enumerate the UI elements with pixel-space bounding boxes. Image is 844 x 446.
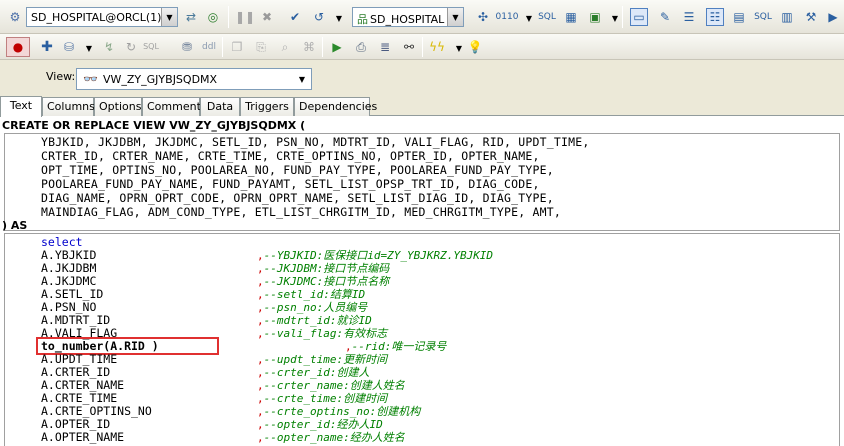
schema-select[interactable]: 品 SD_HOSPITAL ▼ xyxy=(352,7,464,27)
separator xyxy=(422,37,423,57)
connect-icon[interactable]: ⇄ xyxy=(182,8,200,26)
comment-line: ,--crter_name:创建人姓名 xyxy=(257,379,405,392)
chevron-down-icon[interactable]: ▼ xyxy=(447,8,463,26)
sql-gray-icon[interactable]: SQL xyxy=(142,38,160,56)
lightning-icon[interactable]: ϟϟ xyxy=(428,38,446,56)
view-text-editor[interactable]: CREATE OR REPLACE VIEW VW_ZY_GJYBJSQDMX … xyxy=(0,117,844,446)
list-view-icon[interactable]: ≣ xyxy=(376,38,394,56)
comment-line: ,--opter_name:经办人姓名 xyxy=(257,431,405,444)
comment-line: ,--YBJKID:医保接口id=ZY_YBJKRZ.YBJKID xyxy=(257,249,494,262)
view-value: VW_ZY_GJYBJSQDMX xyxy=(103,73,218,86)
copy-icon[interactable]: ❐ xyxy=(228,38,246,56)
comment-line: ,--rid:唯一记录号 xyxy=(345,340,447,353)
replace-icon[interactable]: ⌘ xyxy=(300,38,318,56)
session-icon[interactable]: ⚙ xyxy=(6,8,24,26)
comment-line: ,--JKJDMC:接口节点名称 xyxy=(257,275,390,288)
report-icon[interactable]: ▥ xyxy=(778,8,796,26)
chevron-down-icon[interactable]: ▼ xyxy=(330,10,348,28)
view-select[interactable]: 👓 VW_ZY_GJYBJSQDMX ▼ xyxy=(76,68,312,90)
separator xyxy=(222,37,223,57)
comment-line: ,--crte_optins_no:创建机构 xyxy=(257,405,421,418)
as-keyword-line: ) AS xyxy=(2,219,28,232)
tab-bar: Text Columns Options Comment Data Trigge… xyxy=(0,96,844,117)
connection-value: SD_HOSPITAL@ORCL(1) xyxy=(31,11,162,24)
add-icon[interactable]: ✚ xyxy=(38,38,56,56)
comment-line: ,--psn_no:人员编号 xyxy=(257,301,368,314)
column-list-box[interactable]: YBJKID, JKJDBM, JKJDMC, SETL_ID, PSN_NO,… xyxy=(4,133,840,231)
chevron-down-icon[interactable]: ▼ xyxy=(80,40,98,58)
ddl-icon[interactable]: ddl xyxy=(200,38,218,56)
separator xyxy=(228,6,229,28)
record-icon[interactable]: ● xyxy=(6,37,30,57)
stack-icon[interactable]: ⛃ xyxy=(178,38,196,56)
tab-options[interactable]: Options xyxy=(94,97,142,116)
code-line: A.OPTER_NAME xyxy=(41,430,125,444)
field-line: OPT_TIME, OPTINS_NO, POOLAREA_NO, FUND_P… xyxy=(41,163,554,177)
describe-icon[interactable]: ✣ xyxy=(474,8,492,26)
binary-icon[interactable]: 0110 xyxy=(496,8,519,26)
commit-icon[interactable]: ✔ xyxy=(286,8,304,26)
comment-line: ,--setl_id:结算ID xyxy=(257,288,366,301)
separator xyxy=(322,37,323,57)
tab-data[interactable]: Data xyxy=(200,97,240,116)
paste-icon[interactable]: ⎘ xyxy=(252,38,270,56)
layout-icon[interactable]: ▤ xyxy=(730,8,748,26)
compile-icon[interactable]: ↯ xyxy=(100,38,118,56)
field-line: MAINDIAG_FLAG, ADM_COND_TYPE, ETL_LIST_C… xyxy=(41,205,562,219)
tab-text[interactable]: Text xyxy=(0,96,42,117)
tab-columns[interactable]: Columns xyxy=(42,97,95,116)
print-icon[interactable]: ⎙ xyxy=(352,38,370,56)
field-line: POOLAREA_FUND_PAY_NAME, FUND_PAYAMT, SET… xyxy=(41,177,540,191)
rollback-icon[interactable]: ↺ xyxy=(310,8,328,26)
comment-line: ,--crter_id:创建人 xyxy=(257,366,370,379)
list-icon[interactable]: ☰ xyxy=(680,8,698,26)
schema-value: SD_HOSPITAL xyxy=(370,13,445,26)
properties-icon[interactable]: ✎ xyxy=(656,8,674,26)
next-icon[interactable]: ▶ xyxy=(824,8,842,26)
object-toolbar: ● ✚ ⛁ ▼ ↯ ↻ SQL ⛃ ddl ❐ ⎘ ⌕ ⌘ ▶ ⎙ ≣ ⚯ ϟϟ… xyxy=(0,34,844,60)
field-line: CRTER_ID, CRTER_NAME, CRTE_TIME, CRTE_OP… xyxy=(41,149,540,163)
export-icon[interactable]: ▣ xyxy=(586,8,604,26)
chevron-down-icon[interactable]: ▼ xyxy=(520,10,538,28)
pause-icon[interactable]: ❚❚ xyxy=(235,8,255,26)
tab-dependencies[interactable]: Dependencies xyxy=(294,97,377,116)
comment-line: ,--mdtrt_id:就诊ID xyxy=(257,314,372,327)
find-icon[interactable]: ⌕ xyxy=(276,38,294,56)
field-line: DIAG_NAME, OPRN_OPRT_CODE, OPRN_OPRT_NAM… xyxy=(41,191,554,205)
window-icon[interactable]: ▭ xyxy=(630,8,648,26)
editor-icon[interactable]: ☷ xyxy=(706,8,724,26)
sql-window-icon[interactable]: SQL xyxy=(754,8,772,26)
comment-line: ,--crte_time:创建时间 xyxy=(257,392,388,405)
create-view-header: CREATE OR REPLACE VIEW VW_ZY_GJYBJSQDMX … xyxy=(2,119,306,132)
connection-select[interactable]: SD_HOSPITAL@ORCL(1) ▼ xyxy=(26,7,178,27)
main-toolbar: ⚙ SD_HOSPITAL@ORCL(1) ▼ ⇄ ◎ ❚❚ ✖ ✔ ↺ ▼ 品… xyxy=(0,0,844,34)
view-icon: 👓 xyxy=(83,72,98,86)
query-body-box[interactable]: select A.YBJKID ,--YBJKID:医保接口id=ZY_YBJK… xyxy=(4,233,840,446)
grid-icon[interactable]: ▦ xyxy=(562,8,580,26)
tab-triggers[interactable]: Triggers xyxy=(240,97,294,116)
view-label: View: xyxy=(46,70,76,83)
chevron-down-icon[interactable]: ▼ xyxy=(161,8,177,26)
schema-icon: 品 xyxy=(357,13,368,26)
chevron-down-icon[interactable]: ▼ xyxy=(293,69,311,89)
separator xyxy=(622,6,623,28)
sql-icon[interactable]: SQL xyxy=(538,8,556,26)
comment-line: ,--opter_id:经办人ID xyxy=(257,418,383,431)
field-line: YBJKID, JKJDBM, JKJDMC, SETL_ID, PSN_NO,… xyxy=(41,135,590,149)
tools-icon[interactable]: ⚒ xyxy=(802,8,820,26)
comment-line: ,--updt_time:更新时间 xyxy=(257,353,388,366)
binoculars-icon[interactable]: ⚯ xyxy=(400,38,418,56)
tab-comment[interactable]: Comment xyxy=(142,97,201,116)
lightbulb-icon[interactable]: 💡 xyxy=(466,38,484,56)
web-icon[interactable]: ◎ xyxy=(204,8,222,26)
refresh-icon[interactable]: ↻ xyxy=(122,38,140,56)
comment-line: ,--JKJDBM:接口节点编码 xyxy=(257,262,390,275)
execute-icon[interactable]: ▶ xyxy=(328,38,346,56)
view-selector-row: View: 👓 VW_ZY_GJYBJSQDMX ▼ xyxy=(0,60,844,96)
database-icon[interactable]: ⛁ xyxy=(60,38,78,56)
stop-icon[interactable]: ✖ xyxy=(258,8,276,26)
comment-line: ,--vali_flag:有效标志 xyxy=(257,327,388,340)
